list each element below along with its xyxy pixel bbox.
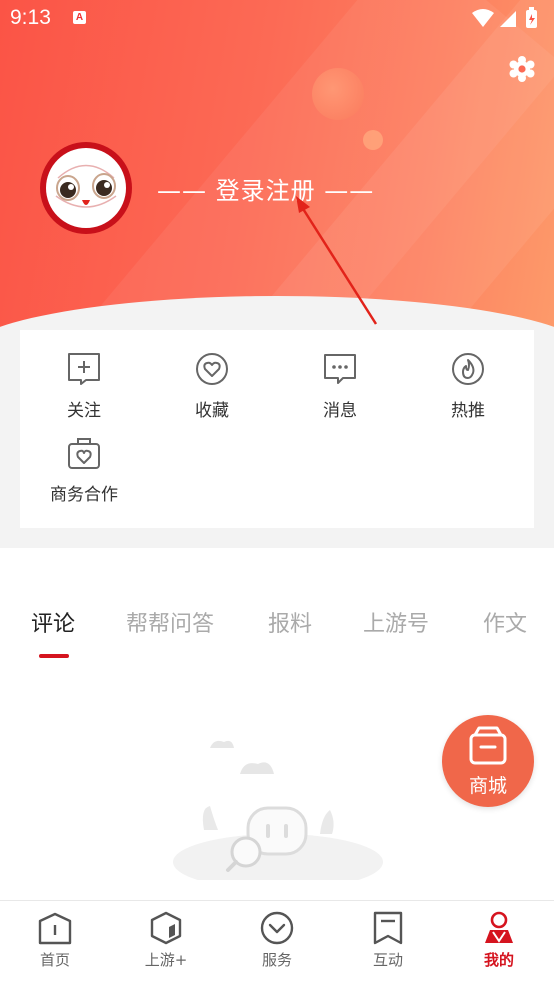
action-label: 商务合作 bbox=[50, 485, 118, 505]
business-icon bbox=[67, 436, 101, 470]
nav-label: 上游+ bbox=[144, 951, 188, 969]
favorite-icon bbox=[195, 352, 229, 386]
nav-interact[interactable]: 互动 bbox=[338, 911, 438, 970]
home-icon bbox=[38, 911, 72, 945]
action-message[interactable]: 消息 bbox=[285, 352, 395, 432]
tab-report[interactable]: 报料 bbox=[268, 606, 312, 638]
nav-label: 互动 bbox=[372, 951, 403, 969]
action-favorite[interactable]: 收藏 bbox=[157, 352, 267, 432]
interact-icon bbox=[371, 911, 405, 945]
action-hot[interactable]: 热推 bbox=[413, 352, 523, 432]
action-label: 消息 bbox=[323, 401, 357, 421]
action-follow[interactable]: 关注 bbox=[29, 352, 139, 432]
shop-label: 商城 bbox=[468, 775, 507, 797]
follow-icon bbox=[67, 352, 101, 386]
nav-home[interactable]: 首页 bbox=[5, 911, 105, 970]
nav-label: 我的 bbox=[483, 951, 514, 969]
hot-icon bbox=[451, 352, 485, 386]
shop-box-icon bbox=[469, 726, 507, 765]
nav-shangyou[interactable]: 上游+ bbox=[116, 911, 216, 970]
bottom-navigation: 首页 上游+ 服务 互动 我的 bbox=[0, 900, 554, 985]
nav-label: 服务 bbox=[261, 951, 292, 969]
tab-qa[interactable]: 帮帮问答 bbox=[126, 606, 214, 638]
service-icon bbox=[260, 911, 294, 945]
nav-mine[interactable]: 我的 bbox=[449, 911, 549, 970]
active-tab-indicator bbox=[39, 654, 69, 658]
action-label: 关注 bbox=[67, 401, 101, 421]
nav-label: 首页 bbox=[39, 951, 70, 969]
empty-state-illustration bbox=[170, 730, 385, 890]
action-business[interactable]: 商务合作 bbox=[29, 436, 139, 516]
shangyou-icon bbox=[149, 911, 183, 945]
content-tabs: 评论 帮帮问答 报料 上游号 作文 bbox=[0, 600, 554, 660]
annotation-arrow bbox=[296, 196, 378, 325]
message-icon bbox=[323, 352, 357, 386]
profile-icon bbox=[482, 911, 516, 945]
tab-shangyou-account[interactable]: 上游号 bbox=[363, 606, 429, 638]
shop-button[interactable]: 商城 bbox=[442, 715, 534, 807]
action-label: 热推 bbox=[451, 401, 485, 421]
tab-comments[interactable]: 评论 bbox=[31, 606, 75, 638]
action-label: 收藏 bbox=[195, 401, 229, 421]
nav-service[interactable]: 服务 bbox=[227, 911, 327, 970]
tab-essay[interactable]: 作文 bbox=[483, 606, 527, 638]
quick-actions-card: 关注 收藏 消息 热推 商务合作 bbox=[20, 330, 534, 528]
